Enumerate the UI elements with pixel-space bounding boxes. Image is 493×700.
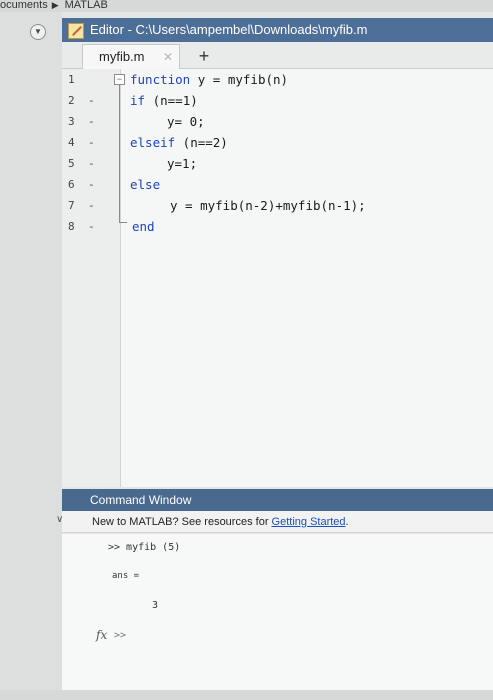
code-line-7: y = myfib(n-2)+myfib(n-1); [170, 198, 366, 213]
line-number: 1 [68, 73, 75, 86]
code-line-2: if (n==1) [130, 93, 198, 108]
editor-titlebar: Editor - C:\Users\ampembel\Downloads\myf… [62, 18, 493, 42]
editor-tabstrip: myfib.m ✕ + [62, 42, 493, 69]
command-prompt[interactable]: >> [114, 630, 126, 641]
line-number: 2 [68, 94, 75, 107]
line-number: 4 [68, 136, 75, 149]
breakpoint-dash[interactable]: - [88, 220, 95, 233]
command-history-line: >> myfib (5) [108, 542, 181, 553]
code-text: y = myfib(n) [190, 72, 289, 87]
code-keyword: end [132, 219, 155, 234]
ans-label: ans = [112, 571, 140, 581]
line-number: 6 [68, 178, 75, 191]
code-keyword: else [130, 177, 161, 192]
add-tab-icon[interactable]: + [194, 46, 214, 66]
fx-icon[interactable]: fx [96, 628, 107, 642]
notice-text: New to MATLAB? See resources for [92, 516, 272, 528]
line-number: 3 [68, 115, 75, 128]
panel-collapse-icon[interactable]: ▼ [30, 24, 46, 40]
breakpoint-dash[interactable]: - [88, 136, 95, 149]
breakpoint-dash[interactable]: - [88, 178, 95, 191]
path-bar: ocuments ▶ MATLAB [0, 0, 493, 12]
code-text: (n==2) [175, 135, 228, 150]
breakpoint-dash[interactable]: - [88, 157, 95, 170]
code-text: (n==1) [145, 93, 198, 108]
code-line-1: function y = myfib(n) [130, 72, 288, 87]
code-editor[interactable]: 1 2 - 3 - 4 - 5 - 6 - 7 - 8 - − function… [62, 69, 493, 487]
tab-label: myfib.m [99, 49, 145, 64]
breakpoint-dash[interactable]: - [88, 94, 95, 107]
code-line-4: elseif (n==2) [130, 135, 228, 150]
fold-guide-end [119, 222, 127, 223]
line-gutter: 1 2 - 3 - 4 - 5 - 6 - 7 - 8 - [62, 69, 121, 487]
editor-title: Editor - C:\Users\ampembel\Downloads\myf… [90, 22, 368, 37]
path-segment-matlab[interactable]: MATLAB [65, 0, 108, 11]
path-separator-icon: ▶ [51, 0, 59, 10]
command-window-body[interactable]: >> myfib (5) ans = 3 fx >> [62, 534, 493, 700]
breakpoint-dash[interactable]: - [88, 199, 95, 212]
line-number: 5 [68, 157, 75, 170]
command-window-titlebar: Command Window [62, 489, 493, 511]
line-number: 7 [68, 199, 75, 212]
editor-pencil-icon [68, 23, 84, 39]
getting-started-link[interactable]: Getting Started [272, 516, 346, 528]
line-number: 8 [68, 220, 75, 233]
code-line-6: else [130, 177, 160, 192]
code-keyword: function [130, 72, 191, 87]
code-line-3: y= 0; [167, 114, 205, 129]
path-segment-documents[interactable]: ocuments [0, 0, 48, 11]
command-window-notice: New to MATLAB? See resources for Getting… [62, 511, 493, 533]
code-fold-icon[interactable]: − [114, 74, 125, 85]
fold-guide [119, 85, 120, 222]
ans-value: 3 [152, 600, 159, 611]
code-keyword: elseif [130, 135, 176, 150]
tab-myfib[interactable]: myfib.m ✕ [82, 44, 180, 69]
code-line-5: y=1; [167, 156, 198, 171]
left-panel-strip [0, 12, 62, 700]
tab-close-icon[interactable]: ✕ [163, 45, 173, 69]
status-bar [0, 690, 493, 700]
breakpoint-dash[interactable]: - [88, 115, 95, 128]
code-keyword: if [130, 93, 146, 108]
notice-end: . [345, 516, 349, 528]
code-line-8: end [132, 219, 155, 234]
